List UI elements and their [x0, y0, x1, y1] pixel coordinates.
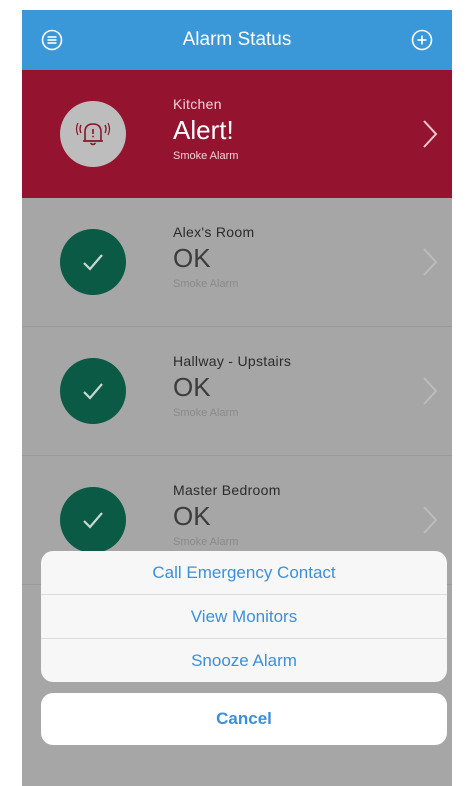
alarm-status-badge: [60, 487, 126, 553]
checkmark-icon: [83, 383, 103, 400]
call-emergency-contact-button[interactable]: Call Emergency Contact: [41, 551, 447, 595]
alarm-row-alexs-room[interactable]: Alex's Room OK Smoke Alarm: [22, 198, 452, 327]
menu-button[interactable]: [40, 28, 64, 52]
alarm-status-label: Alert!: [173, 115, 234, 145]
alarm-type-label: Smoke Alarm: [173, 150, 239, 162]
page-title: Alarm Status: [182, 29, 292, 50]
alarm-row-hallway-upstairs[interactable]: Hallway - Upstairs OK Smoke Alarm: [22, 327, 452, 456]
nav-bar: Alarm Status: [22, 10, 452, 70]
alarm-room-label: Kitchen: [173, 96, 222, 112]
alarm-status-label: OK: [173, 501, 211, 531]
alarm-room-label: Hallway - Upstairs: [173, 353, 292, 369]
chevron-right-icon: [423, 248, 438, 276]
alarm-status-label: OK: [173, 372, 211, 402]
checkmark-icon: [83, 512, 103, 529]
alarm-room-label: Master Bedroom: [173, 482, 281, 498]
alarm-status-badge: [60, 229, 126, 295]
chevron-right-icon: [423, 506, 438, 534]
alarm-status-label: OK: [173, 243, 211, 273]
view-monitors-button[interactable]: View Monitors: [41, 595, 447, 639]
alarm-type-label: Smoke Alarm: [173, 278, 239, 290]
alarm-type-label: Smoke Alarm: [173, 536, 239, 548]
chevron-right-icon: [423, 377, 438, 405]
snooze-alarm-button[interactable]: Snooze Alarm: [41, 639, 447, 682]
alarm-status-badge: [60, 101, 126, 167]
ringing-bell-icon: [75, 122, 111, 146]
cancel-button[interactable]: Cancel: [41, 693, 447, 745]
add-button[interactable]: [410, 28, 434, 52]
app-screen: Alarm Status Kitchen Alert! Smoke Alarm …: [22, 10, 452, 786]
chevron-right-icon: [423, 120, 438, 148]
alarm-room-label: Alex's Room: [173, 224, 255, 240]
add-icon: [411, 29, 433, 51]
alarm-status-badge: [60, 358, 126, 424]
checkmark-icon: [83, 254, 103, 271]
menu-icon: [41, 29, 63, 51]
alarm-type-label: Smoke Alarm: [173, 407, 239, 419]
action-sheet: Call Emergency Contact View Monitors Sno…: [41, 551, 447, 682]
alarm-row-kitchen[interactable]: Kitchen Alert! Smoke Alarm: [22, 70, 452, 198]
